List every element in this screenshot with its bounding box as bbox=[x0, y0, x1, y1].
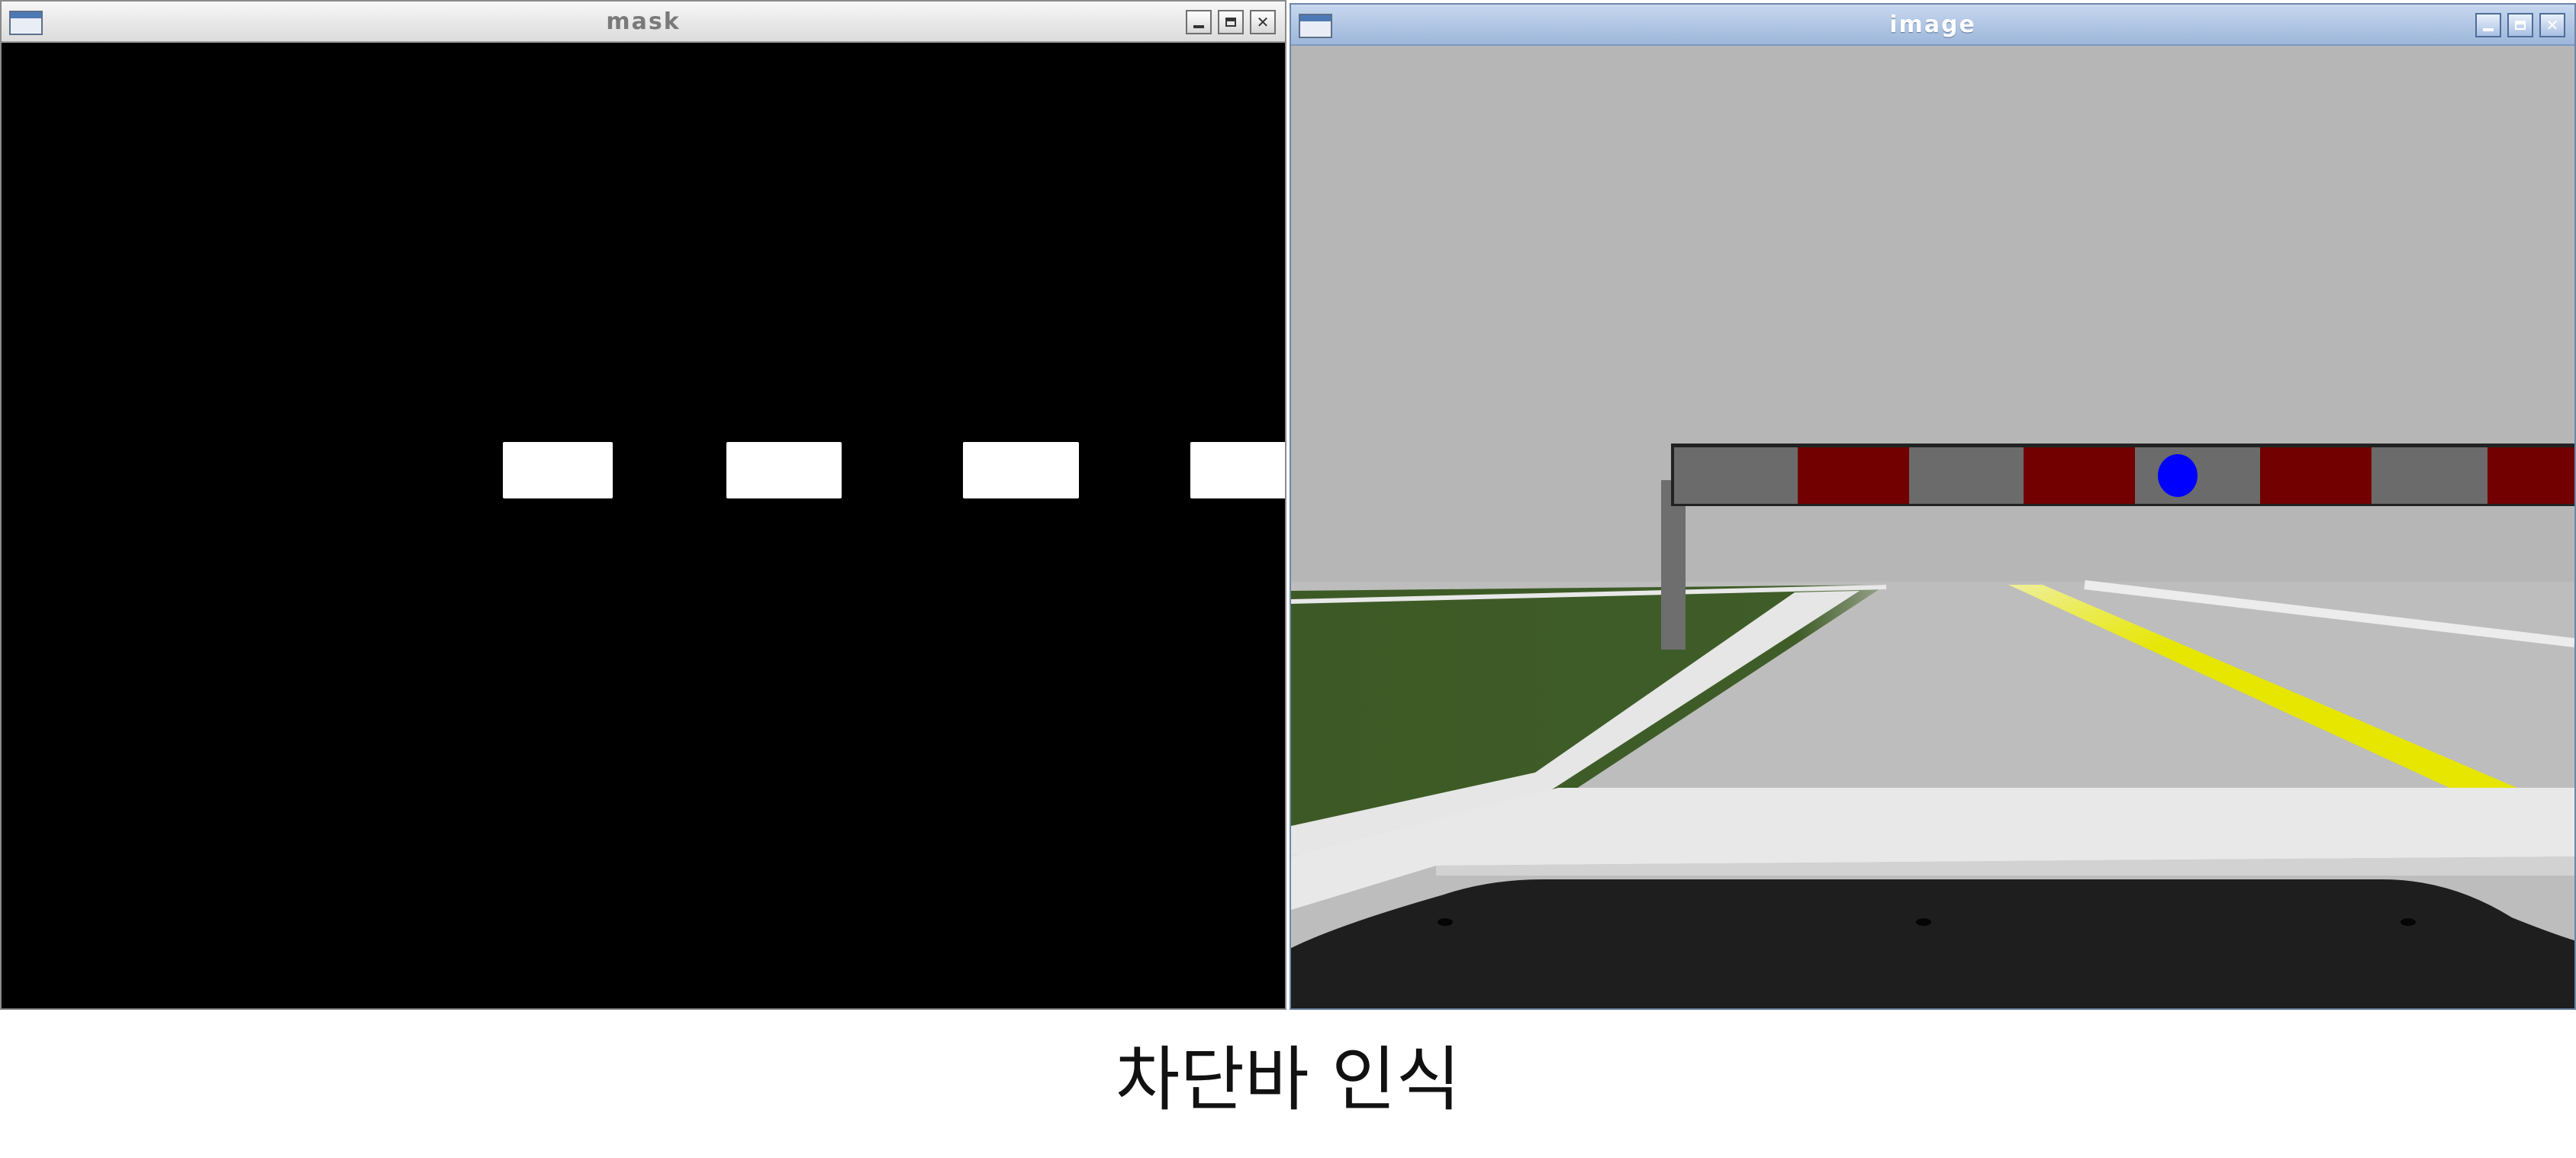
barrier-segment-gray bbox=[2372, 447, 2487, 504]
image-window-title: image bbox=[1889, 11, 1976, 38]
vehicle-hood bbox=[1291, 879, 2574, 1008]
barrier-segment-red bbox=[2260, 447, 2372, 504]
mask-window: mask ✕ bbox=[0, 0, 1286, 1010]
image-titlebar[interactable]: image ✕ bbox=[1291, 5, 2574, 46]
mask-blob bbox=[726, 442, 842, 498]
close-icon[interactable]: ✕ bbox=[1250, 10, 1276, 34]
hood-bolt bbox=[1438, 918, 1453, 926]
minimize-icon[interactable] bbox=[1186, 10, 1212, 34]
barrier-bar bbox=[1671, 444, 2574, 506]
mask-blob bbox=[963, 442, 1079, 498]
barrier-segment-gray bbox=[1674, 447, 1798, 504]
barrier-segment-red bbox=[2024, 447, 2135, 504]
image-window: image ✕ bbox=[1290, 3, 2576, 1010]
camera-view bbox=[1291, 47, 2574, 1008]
sky bbox=[1291, 47, 2574, 588]
detection-dot bbox=[2158, 454, 2198, 497]
barrier-segment-red bbox=[1798, 447, 1909, 504]
hood-bolt bbox=[2401, 918, 2416, 926]
mask-view bbox=[2, 44, 1285, 1008]
hood-bolt bbox=[1916, 918, 1931, 926]
caption: 차단바 인식 bbox=[1115, 1039, 1461, 1121]
mask-blob bbox=[1190, 442, 1285, 498]
camera-scene bbox=[1291, 47, 2574, 1008]
maximize-icon[interactable] bbox=[2507, 13, 2533, 37]
mask-titlebar[interactable]: mask ✕ bbox=[2, 2, 1285, 43]
barrier-segment-gray bbox=[1909, 447, 2024, 504]
barrier-segment-red bbox=[2487, 447, 2574, 504]
mask-blob bbox=[503, 442, 613, 498]
maximize-icon[interactable] bbox=[1218, 10, 1244, 34]
close-icon[interactable]: ✕ bbox=[2539, 13, 2565, 37]
minimize-icon[interactable] bbox=[2475, 13, 2501, 37]
mask-window-title: mask bbox=[606, 8, 681, 35]
